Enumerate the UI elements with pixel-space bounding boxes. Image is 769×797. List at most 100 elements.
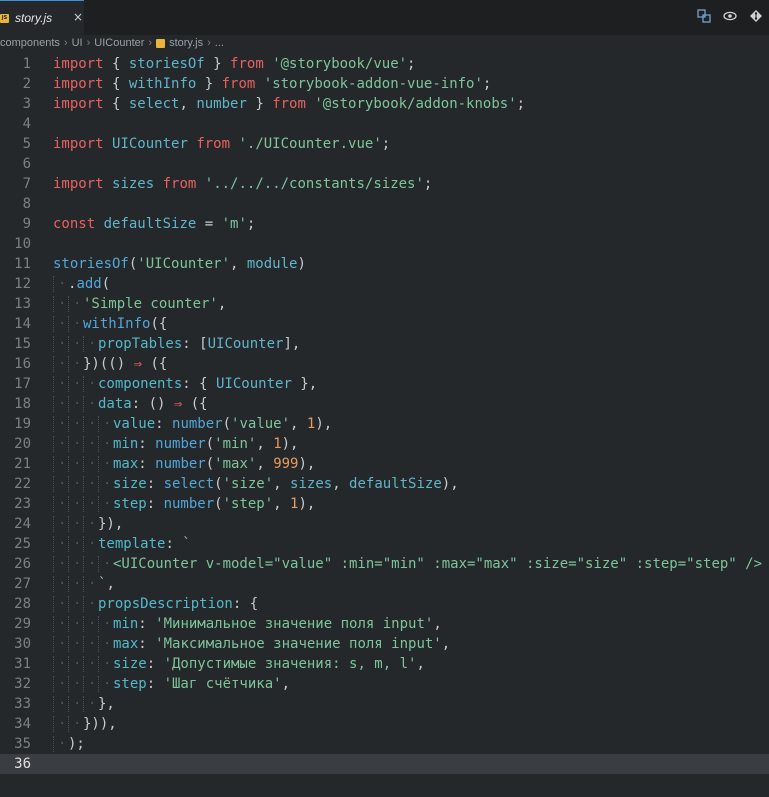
- indent-guide: [68, 434, 83, 454]
- code-line[interactable]: 12 .add(: [0, 274, 769, 294]
- code-line[interactable]: 33},: [0, 694, 769, 714]
- code-token: ,: [332, 476, 350, 492]
- code-line[interactable]: 9 const defaultSize = 'm';: [0, 214, 769, 234]
- git-compare-icon[interactable]: [749, 9, 763, 23]
- code-text: );: [53, 734, 85, 754]
- code-token: ,: [441, 636, 451, 652]
- code-token: {: [103, 96, 129, 112]
- code-line[interactable]: 8: [0, 194, 769, 214]
- code-line[interactable]: 29 min: 'Минимальное значение поля input'…: [0, 614, 769, 634]
- code-token: import: [53, 56, 104, 72]
- indent-guide: [68, 634, 83, 654]
- code-line[interactable]: 4: [0, 114, 769, 134]
- code-token: :: [165, 536, 183, 552]
- breadcrumb-symbols[interactable]: ...: [215, 37, 224, 49]
- indent-guide: [83, 514, 98, 534]
- indent-guide: [83, 534, 98, 554]
- code-line[interactable]: 26 <UICounter v-model="value" :min="min" …: [0, 554, 769, 574]
- code-text: },: [53, 694, 115, 714]
- indent-guide: [68, 514, 83, 534]
- code-token: step: [113, 496, 147, 512]
- breadcrumb-components[interactable]: components: [0, 37, 60, 49]
- code-token: `: [182, 536, 191, 552]
- indent-guide: [53, 454, 68, 474]
- code-line[interactable]: 10: [0, 234, 769, 254]
- close-tab-button[interactable]: ×: [73, 10, 83, 24]
- tab-story-js[interactable]: JS story.js ×: [0, 0, 84, 35]
- code-line[interactable]: 15 propTables: [UICounter],: [0, 334, 769, 354]
- code-token: :: [146, 676, 164, 692]
- indent-guide: [53, 614, 68, 634]
- code-token: : {: [182, 376, 217, 392]
- code-line[interactable]: 1 import { storiesOf } from '@storybook/v…: [0, 54, 769, 74]
- code-line[interactable]: 24}),: [0, 514, 769, 534]
- code-line[interactable]: 14 withInfo({: [0, 314, 769, 334]
- code-line[interactable]: 27 `,: [0, 574, 769, 594]
- code-token: ;: [482, 76, 492, 92]
- code-token: :: [138, 456, 156, 472]
- code-line[interactable]: 3 import { select, number } from '@storyb…: [0, 94, 769, 114]
- code-line[interactable]: 21 max: number('max', 999),: [0, 454, 769, 474]
- code-token: select: [163, 476, 215, 492]
- code-line[interactable]: 17 components: { UICounter },: [0, 374, 769, 394]
- code-line[interactable]: 5 import UICounter from './UICounter.vue'…: [0, 134, 769, 154]
- code-line[interactable]: 32 step: 'Шаг счётчика',: [0, 674, 769, 694]
- code-line[interactable]: 35);: [0, 734, 769, 754]
- indent-guide: [68, 414, 83, 434]
- code-token: 'value': [231, 416, 291, 432]
- code-token: '@storybook/addon-knobs': [314, 96, 517, 112]
- code-token: }),: [98, 516, 124, 532]
- code-text: template: `: [53, 534, 191, 554]
- tab-bar: JS story.js ×: [0, 0, 769, 35]
- code-token: ,: [273, 476, 291, 492]
- code-token: size: [113, 656, 147, 672]
- code-line[interactable]: 25 template: `: [0, 534, 769, 554]
- code-line[interactable]: 2 import { withInfo } from 'storybook-add…: [0, 74, 769, 94]
- code-line[interactable]: 6: [0, 154, 769, 174]
- code-line[interactable]: 34})),: [0, 714, 769, 734]
- breadcrumb-file[interactable]: story.js: [169, 37, 203, 49]
- breadcrumb-uicounter[interactable]: UICounter: [94, 37, 144, 49]
- code-text: .add(: [53, 274, 110, 294]
- code-line[interactable]: 31 size: 'Допустимые значения: s, m, l',: [0, 654, 769, 674]
- code-line[interactable]: 30 max: 'Максимальное значение поля input…: [0, 634, 769, 654]
- code-text: `,: [53, 574, 115, 594]
- code-line[interactable]: 22 size: select('size', sizes, defaultSiz…: [0, 474, 769, 494]
- code-line[interactable]: 7 import sizes from '../../../constants/s…: [0, 174, 769, 194]
- indent-guide: [98, 414, 113, 434]
- code-editor[interactable]: 1 import { storiesOf } from '@storybook/v…: [0, 54, 769, 774]
- indent-guide: [53, 294, 68, 314]
- code-text: step: number('step', 1),: [53, 494, 315, 514]
- code-token: 'max': [214, 456, 257, 472]
- code-token: : [: [182, 336, 208, 352]
- code-line[interactable]: 16})(() ⇒ ({: [0, 354, 769, 374]
- code-token: 'size': [222, 476, 274, 492]
- preview-eye-icon[interactable]: [723, 9, 737, 23]
- code-line[interactable]: 13 'Simple counter',: [0, 294, 769, 314]
- code-token: ({: [142, 356, 168, 372]
- code-token: storiesOf: [53, 256, 129, 272]
- breadcrumb-ui[interactable]: UI: [72, 37, 83, 49]
- line-number: 11: [14, 256, 31, 272]
- indent-guide: [53, 594, 68, 614]
- code-token: number: [155, 456, 206, 472]
- code-line[interactable]: 36: [0, 754, 769, 774]
- code-line[interactable]: 20 min: number('min', 1),: [0, 434, 769, 454]
- code-line[interactable]: 11 storiesOf('UICounter', module): [0, 254, 769, 274]
- indent-guide: [83, 334, 98, 354]
- code-token: 'm': [221, 216, 247, 232]
- indent-guide: [53, 314, 68, 334]
- code-line[interactable]: 23 step: number('step', 1),: [0, 494, 769, 514]
- indent-guide: [53, 694, 68, 714]
- code-line[interactable]: 28 propsDescription: {: [0, 594, 769, 614]
- open-changes-icon[interactable]: [697, 9, 711, 23]
- code-token: 'Шаг счётчика': [163, 676, 282, 692]
- code-token: ,: [256, 456, 274, 472]
- chevron-right-icon: ›: [148, 37, 153, 49]
- line-number: 3: [22, 96, 31, 112]
- indent-guide: [83, 414, 98, 434]
- code-line[interactable]: 19 value: number('value', 1),: [0, 414, 769, 434]
- code-line[interactable]: 18 data: () ⇒ ({: [0, 394, 769, 414]
- indent-guide: [98, 454, 113, 474]
